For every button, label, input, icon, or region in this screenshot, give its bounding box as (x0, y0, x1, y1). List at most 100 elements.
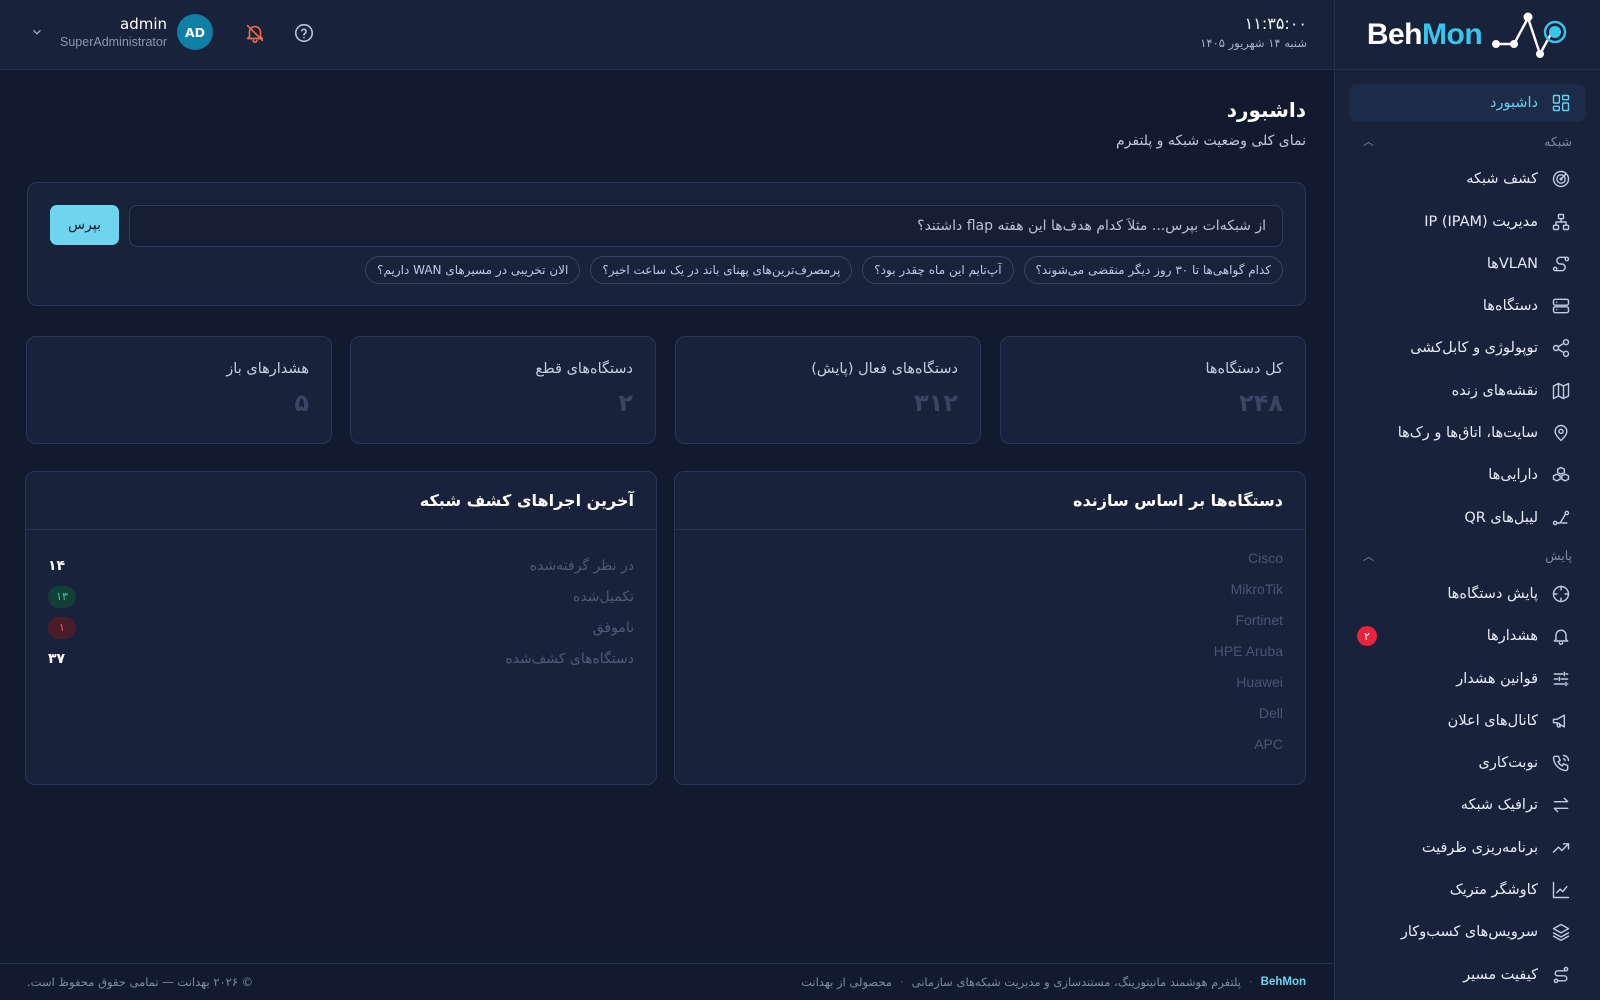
brand-part-2: Mon (1422, 17, 1483, 51)
notifications-mute-button[interactable] (242, 20, 268, 46)
sidebar-item-sites[interactable]: سایت‌ها، اتاق‌ها و رک‌ها (1349, 414, 1586, 452)
completed-count-badge: ۱۳ (48, 585, 76, 608)
sidebar-nav: داشبورد شبکه ︿ کشف شبکه مدیریت IP (IPAM)… (1335, 70, 1600, 994)
user-info: admin SuperAdministrator (60, 15, 167, 49)
sidebar-item-device-monitoring[interactable]: پایش دستگاه‌ها (1349, 575, 1586, 613)
sidebar-item-topology[interactable]: توپولوژی و کابل‌کشی (1349, 329, 1586, 367)
sidebar-item-discovery[interactable]: کشف شبکه (1349, 160, 1586, 198)
sidebar-item-label: داشبورد (1490, 95, 1538, 111)
suggestion-chips: کدام گواهی‌ها تا ۳۰ روز دیگر منقضی می‌شو… (365, 256, 1283, 284)
stat-value: ۲ (618, 389, 633, 417)
run-label: ناموفق (592, 619, 634, 636)
help-button[interactable] (291, 20, 317, 46)
brand-part-1: Beh (1366, 17, 1423, 51)
logo-graph-icon (1492, 12, 1567, 58)
list-item: ناموفق ۱ (48, 612, 634, 643)
sidebar-item-label: برنامه‌ریزی ظرفیت (1421, 839, 1538, 856)
sidebar-item-assets[interactable]: دارایی‌ها (1349, 456, 1586, 494)
chevron-down-icon (30, 24, 46, 40)
ask-input[interactable] (129, 205, 1283, 247)
sidebar-item-alert-rules[interactable]: قوانین هشدار (1349, 660, 1586, 698)
dashboard-grid-icon (1550, 92, 1572, 114)
trend-up-icon (1550, 837, 1572, 859)
clock: ۱۱:۳۵:۰۰ شنبه ۱۴ شهریور ۱۴۰۵ (1200, 14, 1307, 50)
sidebar-item-label: نوبت‌کاری (1478, 755, 1538, 772)
sidebar-item-path-quality[interactable]: کیفیت مسیر (1349, 956, 1586, 994)
footer: BehMon · پلتفرم هوشمند مانیتورینگ، مستند… (0, 963, 1333, 1000)
crosshair-icon (1550, 583, 1572, 605)
sidebar-item-dashboard[interactable]: داشبورد (1349, 84, 1586, 122)
footer-product-of[interactable]: محصولی از بهدانت (801, 975, 892, 989)
stat-card-total-devices[interactable]: کل دستگاه‌ها ۲۴۸ (1000, 336, 1306, 444)
sidebar-item-label: سایت‌ها، اتاق‌ها و رک‌ها (1397, 425, 1538, 442)
list-item: تکمیل‌شده ۱۳ (48, 581, 634, 612)
topbar: ۱۱:۳۵:۰۰ شنبه ۱۴ شهریور ۱۴۰۵ admin Super… (0, 0, 1334, 70)
phone-icon (1550, 752, 1572, 774)
footer-info: BehMon · پلتفرم هوشمند مانیتورینگ، مستند… (801, 975, 1306, 989)
server-icon (1550, 295, 1572, 317)
bell-icon (1550, 625, 1572, 647)
sidebar-item-business-services[interactable]: سرویس‌های کسب‌وکار (1349, 913, 1586, 951)
avatar[interactable]: AD (177, 14, 213, 50)
arrows-swap-icon (1550, 794, 1572, 816)
panel-title: آخرین اجراهای کشف شبکه (26, 472, 656, 530)
stat-card-active-devices[interactable]: دستگاه‌های فعال (پایش) ۳۱۲ (675, 336, 981, 444)
stat-label: دستگاه‌های فعال (پایش) (811, 361, 958, 377)
chevron-up-icon: ︿ (1363, 135, 1374, 149)
run-value: ۳۷ (48, 650, 66, 667)
stat-value: ۲۴۸ (1239, 389, 1283, 417)
footer-brand[interactable]: BehMon (1261, 976, 1306, 988)
suggestion-chip[interactable]: الان تخریبی در مسیرهای WAN داریم؟ (365, 256, 581, 284)
stat-label: کل دستگاه‌ها (1205, 361, 1283, 377)
sidebar-item-notification-channels[interactable]: کانال‌های اعلان (1349, 702, 1586, 740)
sidebar-item-network-traffic[interactable]: ترافیک شبکه (1349, 786, 1586, 824)
stat-label: دستگاه‌های قطع (535, 361, 633, 377)
sidebar-item-metric-explorer[interactable]: کاوشگر متریک (1349, 871, 1586, 909)
megaphone-icon (1550, 710, 1572, 732)
sidebar-item-label: دستگاه‌ها (1482, 298, 1538, 315)
suggestion-chip[interactable]: پرمصرف‌ترین‌های پهنای باند در یک ساعت اخ… (590, 256, 853, 284)
list-item: Huawei (1236, 674, 1283, 690)
stat-value: ۳۱۲ (914, 389, 958, 417)
list-item: APC (1254, 736, 1283, 752)
suggestion-chip[interactable]: آپ‌تایم این ماه چقدر بود؟ (862, 256, 1014, 284)
sidebar-section-network[interactable]: شبکه ︿ (1349, 126, 1586, 156)
list-item: در نظر گرفته‌شده ۱۴ (48, 550, 634, 581)
sidebar: BehMon داشبورد شبکه ︿ کشف شبکه مدیریت IP… (1334, 0, 1600, 1000)
help-icon (294, 23, 314, 43)
ask-button[interactable]: بپرس (50, 205, 119, 245)
sidebar-item-label: قوانین هشدار (1456, 670, 1538, 687)
list-item: Fortinet (1235, 612, 1283, 628)
sidebar-item-qr-labels[interactable]: لیبل‌های QR (1349, 499, 1586, 537)
sidebar-item-ipam[interactable]: مدیریت IP (IPAM) (1349, 203, 1586, 241)
sidebar-section-monitoring[interactable]: پایش ︿ (1349, 541, 1586, 571)
sidebar-item-label: توپولوژی و کابل‌کشی (1410, 340, 1538, 357)
sidebar-item-alerts[interactable]: هشدارها ۲ (1349, 617, 1586, 655)
user-menu[interactable]: admin SuperAdministrator AD (30, 14, 213, 50)
sidebar-item-vlans[interactable]: VLANها (1349, 245, 1586, 283)
line-chart-icon (1550, 879, 1572, 901)
section-title: پایش (1545, 548, 1572, 564)
failed-count-badge: ۱ (48, 616, 76, 639)
clock-date: شنبه ۱۴ شهریور ۱۴۰۵ (1200, 36, 1307, 50)
sidebar-item-devices[interactable]: دستگاه‌ها (1349, 287, 1586, 325)
sidebar-item-label: لیبل‌های QR (1464, 509, 1538, 526)
stat-card-down-devices[interactable]: دستگاه‌های قطع ۲ (350, 336, 656, 444)
network-tree-icon (1550, 211, 1572, 233)
brand-logo[interactable]: BehMon (1335, 0, 1600, 70)
sidebar-item-label: سرویس‌های کسب‌وکار (1400, 924, 1538, 941)
sidebar-item-on-call[interactable]: نوبت‌کاری (1349, 744, 1586, 782)
recent-discovery-runs-panel: آخرین اجراهای کشف شبکه در نظر گرفته‌شده … (25, 471, 657, 785)
route-icon (1550, 964, 1572, 986)
vlan-icon (1550, 253, 1572, 275)
brand-wordmark: BehMon (1366, 17, 1483, 52)
layers-icon (1550, 921, 1572, 943)
list-item: HPE Aruba (1213, 643, 1283, 659)
list-item: دستگاه‌های کشف‌شده ۳۷ (48, 643, 634, 674)
sidebar-item-capacity-planning[interactable]: برنامه‌ریزی ظرفیت (1349, 829, 1586, 867)
map-icon (1550, 380, 1572, 402)
sidebar-item-live-maps[interactable]: نقشه‌های زنده (1349, 372, 1586, 410)
suggestion-chip[interactable]: کدام گواهی‌ها تا ۳۰ روز دیگر منقضی می‌شو… (1023, 256, 1283, 284)
sidebar-item-label: کیفیت مسیر (1463, 966, 1538, 983)
stat-card-open-alerts[interactable]: هشدارهای باز ۵ (26, 336, 332, 444)
